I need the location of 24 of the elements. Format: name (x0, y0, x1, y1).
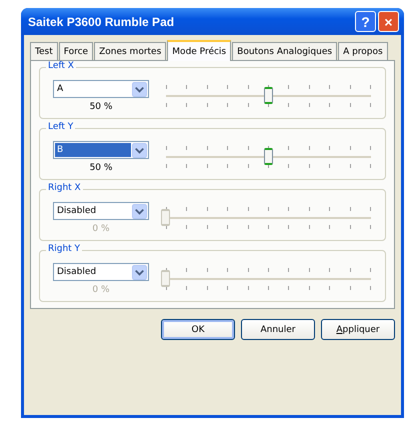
tab[interactable]: Boutons Analogiques (232, 42, 338, 60)
dialog-button[interactable]: Appliquer (321, 319, 395, 340)
group-label: Left Y (46, 122, 76, 132)
group-label: Left X (46, 61, 76, 71)
group-label: Right Y (46, 244, 82, 254)
dialog-button[interactable]: Annuler (241, 319, 315, 340)
slider-thumb[interactable] (264, 87, 272, 104)
percent-reading: 50 % (90, 163, 112, 173)
slider-thumb[interactable] (264, 148, 272, 165)
percent-reading: 50 % (90, 102, 112, 112)
tab[interactable]: A propos (338, 42, 388, 60)
help-button[interactable]: ? (355, 11, 376, 32)
group-label: Right X (46, 183, 83, 193)
dialog-button[interactable]: OK (161, 319, 235, 340)
percent-reading: 0 % (92, 224, 110, 234)
axis-dropdown[interactable]: A (53, 80, 149, 98)
tab[interactable]: Mode Précis (167, 40, 232, 61)
percent-reading: 0 % (92, 285, 110, 295)
window-title: Saitek P3600 Rumble Pad (28, 14, 176, 28)
close-button[interactable]: × (378, 11, 399, 32)
tab[interactable]: Zones mortes (94, 42, 166, 60)
axis-dropdown[interactable]: B (53, 141, 149, 159)
tab[interactable]: Test (30, 42, 58, 60)
tab[interactable]: Force (58, 42, 94, 60)
